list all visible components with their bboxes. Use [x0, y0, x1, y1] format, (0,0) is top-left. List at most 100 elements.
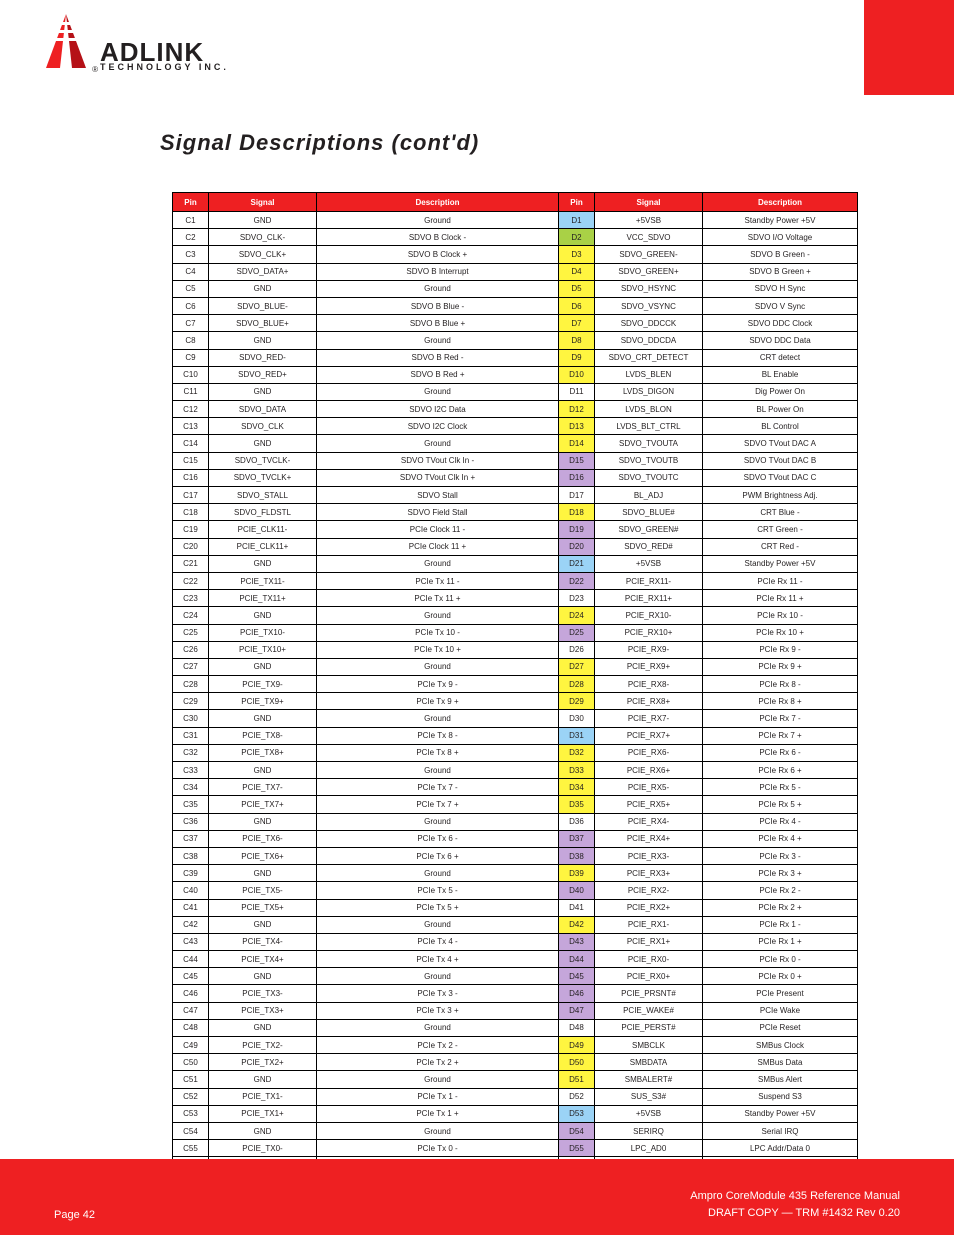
pin-r: D48: [559, 1019, 595, 1036]
signal-r: PCIE_RX8+: [595, 693, 703, 710]
desc-l: PCIe Tx 10 +: [317, 641, 559, 658]
pin-l: C6: [173, 297, 209, 314]
signal-r: PCIE_RX1-: [595, 916, 703, 933]
desc-l: SDVO B Clock +: [317, 246, 559, 263]
signal-r: PCIE_PERST#: [595, 1019, 703, 1036]
desc-r: Standby Power +5V: [703, 212, 858, 229]
desc-l: PCIe Tx 2 +: [317, 1054, 559, 1071]
signal-r: LVDS_BLEN: [595, 366, 703, 383]
pin-l: C27: [173, 658, 209, 675]
pin-r: D1: [559, 212, 595, 229]
pin-r: D19: [559, 521, 595, 538]
page-number: Page 42: [54, 1209, 95, 1221]
desc-l: SDVO B Red -: [317, 349, 559, 366]
desc-r: PCIe Rx 4 -: [703, 813, 858, 830]
pin-r: D49: [559, 1037, 595, 1054]
pin-l: C9: [173, 349, 209, 366]
signal-r: PCIE_RX4-: [595, 813, 703, 830]
desc-l: PCIe Tx 0 -: [317, 1140, 559, 1157]
pin-r: D4: [559, 263, 595, 280]
pin-l: C53: [173, 1105, 209, 1122]
signal-r: SMBDATA: [595, 1054, 703, 1071]
pin-l: C54: [173, 1122, 209, 1139]
signal-l: PCIE_TX10-: [209, 624, 317, 641]
desc-l: PCIe Tx 3 -: [317, 985, 559, 1002]
desc-r: Standby Power +5V: [703, 555, 858, 572]
signal-r: BL_ADJ: [595, 487, 703, 504]
desc-r: PCIe Rx 11 +: [703, 590, 858, 607]
signal-table: Pin Signal Description Pin Signal Descri…: [172, 192, 855, 1209]
desc-l: PCIe Clock 11 +: [317, 538, 559, 555]
desc-r: SMBus Clock: [703, 1037, 858, 1054]
pin-l: C49: [173, 1037, 209, 1054]
desc-l: Ground: [317, 658, 559, 675]
table-row: C15SDVO_TVCLK-SDVO TVout Clk In -D15SDVO…: [173, 452, 858, 469]
signal-l: SDVO_FLDSTL: [209, 504, 317, 521]
signal-r: PCIE_RX0+: [595, 968, 703, 985]
desc-r: PCIe Rx 5 -: [703, 779, 858, 796]
table-row: C9SDVO_RED-SDVO B Red -D9SDVO_CRT_DETECT…: [173, 349, 858, 366]
table-row: C23PCIE_TX11+PCIe Tx 11 +D23PCIE_RX11+PC…: [173, 590, 858, 607]
desc-r: BL Control: [703, 418, 858, 435]
pin-r: D46: [559, 985, 595, 1002]
desc-l: Ground: [317, 710, 559, 727]
pin-r: D10: [559, 366, 595, 383]
signal-l: PCIE_TX8-: [209, 727, 317, 744]
desc-l: Ground: [317, 212, 559, 229]
pin-r: D38: [559, 847, 595, 864]
desc-l: Ground: [317, 865, 559, 882]
desc-l: PCIe Tx 8 -: [317, 727, 559, 744]
desc-r: PCIe Rx 0 +: [703, 968, 858, 985]
desc-r: PCIe Present: [703, 985, 858, 1002]
table-row: C31PCIE_TX8-PCIe Tx 8 -D31PCIE_RX7+PCIe …: [173, 727, 858, 744]
signal-l: GND: [209, 1122, 317, 1139]
pin-l: C37: [173, 830, 209, 847]
desc-r: PCIe Rx 7 -: [703, 710, 858, 727]
footer-rev: DRAFT COPY — TRM #1432 Rev 0.20: [690, 1205, 900, 1222]
table-row: C40PCIE_TX5-PCIe Tx 5 -D40PCIE_RX2-PCIe …: [173, 882, 858, 899]
signal-l: PCIE_TX6+: [209, 847, 317, 864]
desc-r: PCIe Rx 2 +: [703, 899, 858, 916]
pin-r: D50: [559, 1054, 595, 1071]
desc-r: PCIe Rx 0 -: [703, 951, 858, 968]
table-row: C33GNDGroundD33PCIE_RX6+PCIe Rx 6 +: [173, 762, 858, 779]
signal-l: PCIE_TX3-: [209, 985, 317, 1002]
pin-r: D26: [559, 641, 595, 658]
signal-l: PCIE_TX11-: [209, 572, 317, 589]
signal-r: PCIE_RX11+: [595, 590, 703, 607]
signal-r: PCIE_RX0-: [595, 951, 703, 968]
signal-l: PCIE_TX6-: [209, 830, 317, 847]
table-row: C19PCIE_CLK11-PCIe Clock 11 -D19SDVO_GRE…: [173, 521, 858, 538]
pin-r: D52: [559, 1088, 595, 1105]
pin-l: C46: [173, 985, 209, 1002]
desc-l: Ground: [317, 1071, 559, 1088]
desc-l: SDVO I2C Data: [317, 401, 559, 418]
table-row: C3SDVO_CLK+SDVO B Clock +D3SDVO_GREEN-SD…: [173, 246, 858, 263]
desc-r: PCIe Rx 8 +: [703, 693, 858, 710]
pin-l: C10: [173, 366, 209, 383]
signal-l: PCIE_CLK11-: [209, 521, 317, 538]
signal-r: LVDS_BLT_CTRL: [595, 418, 703, 435]
desc-l: PCIe Tx 5 -: [317, 882, 559, 899]
signal-r: PCIE_RX10+: [595, 624, 703, 641]
signal-r: PCIE_RX5-: [595, 779, 703, 796]
pin-l: C8: [173, 332, 209, 349]
pin-r: D29: [559, 693, 595, 710]
corner-tab: [864, 0, 954, 95]
desc-l: Ground: [317, 607, 559, 624]
pin-r: D30: [559, 710, 595, 727]
signal-l: GND: [209, 332, 317, 349]
desc-l: SDVO Field Stall: [317, 504, 559, 521]
desc-r: LPC Addr/Data 0: [703, 1140, 858, 1157]
table-row: C30GNDGroundD30PCIE_RX7-PCIe Rx 7 -: [173, 710, 858, 727]
pin-l: C7: [173, 315, 209, 332]
pin-l: C20: [173, 538, 209, 555]
table-row: C37PCIE_TX6-PCIe Tx 6 -D37PCIE_RX4+PCIe …: [173, 830, 858, 847]
header-desc-r: Description: [703, 193, 858, 212]
signal-l: PCIE_TX7+: [209, 796, 317, 813]
signal-l: PCIE_TX9+: [209, 693, 317, 710]
table-row: C54GNDGroundD54SERIRQSerial IRQ: [173, 1122, 858, 1139]
pin-l: C30: [173, 710, 209, 727]
signal-r: PCIE_RX10-: [595, 607, 703, 624]
desc-r: BL Power On: [703, 401, 858, 418]
